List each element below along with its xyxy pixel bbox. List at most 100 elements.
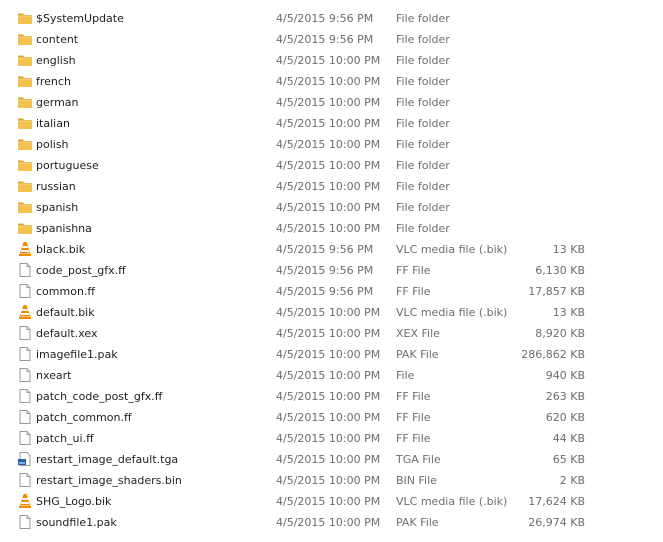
file-name: spanish [36, 201, 79, 214]
file-type: File folder [396, 96, 450, 109]
file-type: VLC media file (.bik) [396, 306, 508, 319]
file-name: code_post_gfx.ff [36, 264, 126, 277]
file-date-modified: 4/5/2015 10:00 PM [276, 474, 381, 487]
vlc-cone-icon [17, 304, 33, 320]
file-row[interactable]: patch_code_post_gfx.ff 4/5/2015 10:00 PM… [0, 386, 663, 407]
file-type: VLC media file (.bik) [396, 495, 508, 508]
file-name: imagefile1.pak [36, 348, 118, 361]
file-type: File folder [396, 54, 450, 67]
blank-file-icon [17, 325, 33, 341]
file-list: $SystemUpdate 4/5/2015 9:56 PM File fold… [0, 8, 663, 533]
file-date-modified: 4/5/2015 10:00 PM [276, 432, 381, 445]
file-type: File folder [396, 201, 450, 214]
blank-file-icon [17, 262, 33, 278]
folder-icon [17, 31, 33, 47]
file-type: FF File [396, 264, 431, 277]
file-type: File folder [396, 180, 450, 193]
file-date-modified: 4/5/2015 9:56 PM [276, 33, 374, 46]
file-type: XEX File [396, 327, 440, 340]
file-name: black.bik [36, 243, 86, 256]
blank-file-icon [17, 409, 33, 425]
file-name: english [36, 54, 76, 67]
file-name: polish [36, 138, 69, 151]
file-date-modified: 4/5/2015 10:00 PM [276, 453, 381, 466]
file-row[interactable]: portuguese 4/5/2015 10:00 PM File folder [0, 155, 663, 176]
file-row[interactable]: french 4/5/2015 10:00 PM File folder [0, 71, 663, 92]
file-row[interactable]: default.bik 4/5/2015 10:00 PM VLC media … [0, 302, 663, 323]
file-size: 286,862 KB [521, 348, 585, 361]
file-name: french [36, 75, 71, 88]
file-type: File folder [396, 159, 450, 172]
file-name: restart_image_shaders.bin [36, 474, 182, 487]
file-date-modified: 4/5/2015 10:00 PM [276, 222, 381, 235]
file-name: italian [36, 117, 70, 130]
file-name: spanishna [36, 222, 92, 235]
blank-file-icon [17, 388, 33, 404]
file-date-modified: 4/5/2015 9:56 PM [276, 264, 374, 277]
file-row[interactable]: italian 4/5/2015 10:00 PM File folder [0, 113, 663, 134]
folder-icon [17, 136, 33, 152]
file-name: patch_common.ff [36, 411, 132, 424]
file-name: nxeart [36, 369, 72, 382]
file-size: 6,130 KB [535, 264, 585, 277]
blank-file-icon [17, 283, 33, 299]
file-row[interactable]: soundfile1.pak 4/5/2015 10:00 PM PAK Fil… [0, 512, 663, 533]
file-type: BIN File [396, 474, 437, 487]
file-date-modified: 4/5/2015 10:00 PM [276, 348, 381, 361]
folder-icon [17, 115, 33, 131]
file-row[interactable]: $SystemUpdate 4/5/2015 9:56 PM File fold… [0, 8, 663, 29]
file-type: PAK File [396, 348, 439, 361]
file-row[interactable]: common.ff 4/5/2015 9:56 PM FF File 17,85… [0, 281, 663, 302]
file-row[interactable]: content 4/5/2015 9:56 PM File folder [0, 29, 663, 50]
folder-icon [17, 199, 33, 215]
file-type: FF File [396, 285, 431, 298]
file-date-modified: 4/5/2015 10:00 PM [276, 201, 381, 214]
file-name: default.bik [36, 306, 95, 319]
file-row[interactable]: spanish 4/5/2015 10:00 PM File folder [0, 197, 663, 218]
vlc-cone-icon [17, 493, 33, 509]
file-row[interactable]: german 4/5/2015 10:00 PM File folder [0, 92, 663, 113]
file-row[interactable]: nxeart 4/5/2015 10:00 PM File 940 KB [0, 365, 663, 386]
file-row[interactable]: english 4/5/2015 10:00 PM File folder [0, 50, 663, 71]
file-type: File folder [396, 138, 450, 151]
file-size: 2 KB [559, 474, 585, 487]
file-date-modified: 4/5/2015 10:00 PM [276, 96, 381, 109]
file-row[interactable]: default.xex 4/5/2015 10:00 PM XEX File 8… [0, 323, 663, 344]
file-type: File folder [396, 222, 450, 235]
file-row[interactable]: imagefile1.pak 4/5/2015 10:00 PM PAK Fil… [0, 344, 663, 365]
file-date-modified: 4/5/2015 10:00 PM [276, 75, 381, 88]
file-date-modified: 4/5/2015 10:00 PM [276, 54, 381, 67]
file-size: 263 KB [545, 390, 585, 403]
file-row[interactable]: SHG_Logo.bik 4/5/2015 10:00 PM VLC media… [0, 491, 663, 512]
file-type: TGA File [396, 453, 441, 466]
file-type: File folder [396, 12, 450, 25]
file-row[interactable]: restart_image_shaders.bin 4/5/2015 10:00… [0, 470, 663, 491]
file-date-modified: 4/5/2015 10:00 PM [276, 516, 381, 529]
file-name: content [36, 33, 79, 46]
file-size: 620 KB [545, 411, 585, 424]
file-row[interactable]: black.bik 4/5/2015 9:56 PM VLC media fil… [0, 239, 663, 260]
file-row[interactable]: polish 4/5/2015 10:00 PM File folder [0, 134, 663, 155]
file-row[interactable]: russian 4/5/2015 10:00 PM File folder [0, 176, 663, 197]
file-size: 65 KB [552, 453, 585, 466]
folder-icon [17, 220, 33, 236]
file-type: VLC media file (.bik) [396, 243, 508, 256]
file-date-modified: 4/5/2015 10:00 PM [276, 369, 381, 382]
file-name: default.xex [36, 327, 98, 340]
file-name: german [36, 96, 79, 109]
file-date-modified: 4/5/2015 9:56 PM [276, 285, 374, 298]
file-date-modified: 4/5/2015 10:00 PM [276, 495, 381, 508]
blank-file-icon [17, 367, 33, 383]
folder-icon [17, 157, 33, 173]
folder-icon [17, 94, 33, 110]
file-row[interactable]: patch_ui.ff 4/5/2015 10:00 PM FF File 44… [0, 428, 663, 449]
folder-icon [17, 73, 33, 89]
file-name: soundfile1.pak [36, 516, 117, 529]
file-row[interactable]: spanishna 4/5/2015 10:00 PM File folder [0, 218, 663, 239]
file-row[interactable]: patch_common.ff 4/5/2015 10:00 PM FF Fil… [0, 407, 663, 428]
file-row[interactable]: code_post_gfx.ff 4/5/2015 9:56 PM FF Fil… [0, 260, 663, 281]
file-name: patch_ui.ff [36, 432, 94, 445]
file-row[interactable]: restart_image_default.tga 4/5/2015 10:00… [0, 449, 663, 470]
file-date-modified: 4/5/2015 10:00 PM [276, 117, 381, 130]
file-name: common.ff [36, 285, 95, 298]
